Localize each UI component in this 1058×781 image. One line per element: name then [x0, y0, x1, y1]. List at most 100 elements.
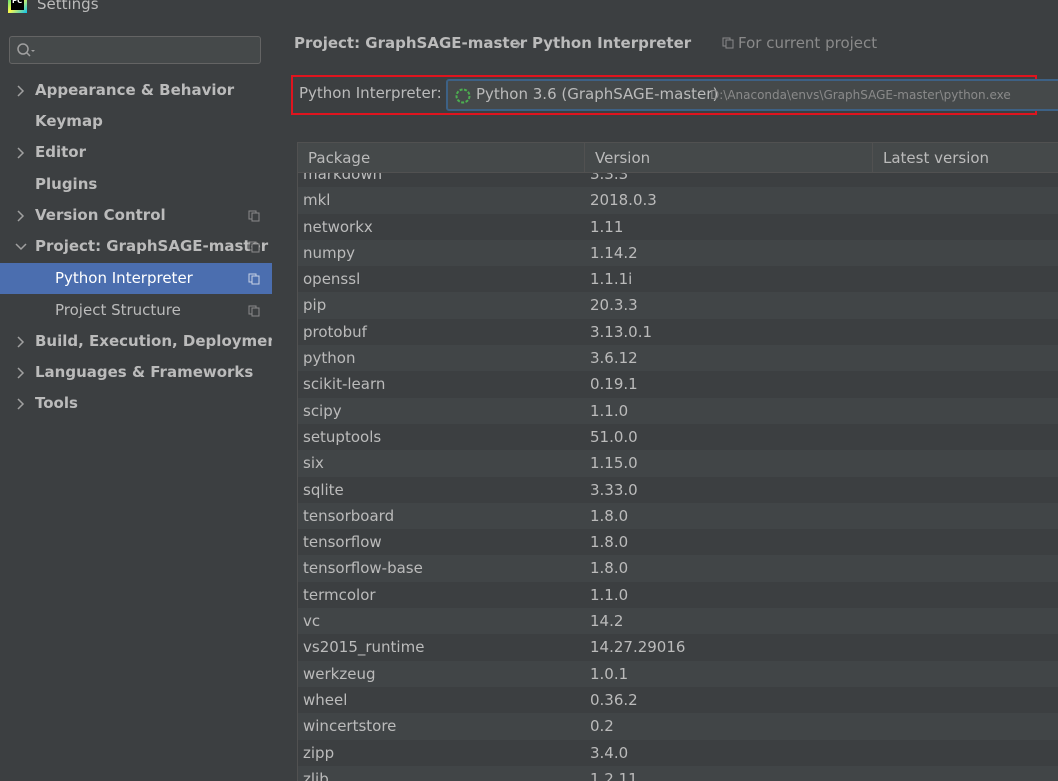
- sidebar-item-label: Project Structure: [55, 301, 181, 319]
- package-name-cell: six: [303, 454, 324, 473]
- sidebar-item-project[interactable]: Project: GraphSAGE-master: [0, 231, 272, 262]
- breadcrumb-project[interactable]: Project: GraphSAGE-master: [294, 34, 527, 52]
- chevron-right-icon: [515, 39, 521, 49]
- pycharm-logo-icon: PC: [8, 0, 27, 13]
- sidebar-item-python-interpreter[interactable]: Python Interpreter: [0, 263, 272, 294]
- table-row[interactable]: vs2015_runtime 14.27.29016: [298, 634, 1058, 660]
- sidebar-item-plugins[interactable]: Plugins: [0, 169, 272, 200]
- settings-content: Project: GraphSAGE-master Python Interpr…: [272, 14, 1058, 781]
- table-row[interactable]: wincertstore 0.2: [298, 713, 1058, 740]
- version-cell: 3.4.0: [590, 743, 629, 762]
- table-row[interactable]: tensorflow 1.8.0: [298, 529, 1058, 555]
- sidebar-item-appearance-behavior[interactable]: Appearance & Behavior: [0, 75, 272, 106]
- sidebar-item-version-control[interactable]: Version Control: [0, 200, 272, 231]
- sidebar-item-label: Languages & Frameworks: [35, 363, 254, 381]
- sidebar-item-languages-frameworks[interactable]: Languages & Frameworks: [0, 357, 272, 388]
- table-row[interactable]: protobuf 3.13.0.1: [298, 319, 1058, 345]
- table-row[interactable]: scipy 1.1.0: [298, 397, 1058, 424]
- package-name-cell: zipp: [303, 743, 335, 762]
- package-name-cell: setuptools: [303, 427, 382, 446]
- version-cell: 1.14.2: [590, 243, 638, 262]
- version-cell: 1.1.1i: [590, 270, 633, 289]
- table-row[interactable]: python 3.6.12: [298, 345, 1058, 372]
- version-cell: 14.2: [590, 612, 624, 631]
- version-cell: 1.11: [590, 217, 624, 236]
- package-name-cell: vc: [303, 612, 321, 631]
- loading-spinner-icon: [455, 88, 471, 104]
- chevron-right-icon[interactable]: [14, 335, 28, 349]
- table-row[interactable]: zipp 3.4.0: [298, 740, 1058, 766]
- sidebar-item-editor[interactable]: Editor: [0, 137, 272, 168]
- table-row[interactable]: scikit-learn 0.19.1: [298, 371, 1058, 397]
- version-cell: 1.1.0: [590, 585, 629, 604]
- chevron-down-icon[interactable]: [14, 240, 28, 254]
- chevron-right-icon[interactable]: [14, 84, 28, 98]
- version-cell: 1.8.0: [590, 533, 629, 552]
- package-name-cell: pip: [303, 296, 327, 315]
- version-cell: 1.8.0: [590, 559, 629, 578]
- sidebar-item-label: Tools: [35, 394, 78, 412]
- project-scope-icon: [248, 241, 260, 253]
- column-header-version[interactable]: Version: [585, 143, 873, 172]
- sidebar-item-label: Plugins: [35, 175, 98, 193]
- table-row[interactable]: pip 20.3.3: [298, 292, 1058, 319]
- project-scope-icon: [248, 305, 260, 317]
- chevron-right-icon[interactable]: [14, 146, 28, 160]
- version-cell: 1.8.0: [590, 506, 629, 525]
- table-row[interactable]: setuptools 51.0.0: [298, 424, 1058, 450]
- app-icon-text: PC: [11, 0, 24, 10]
- interpreter-select[interactable]: Python 3.6 (GraphSAGE-master) D:\Anacond…: [446, 79, 1058, 111]
- chevron-right-icon[interactable]: [14, 397, 28, 411]
- table-row[interactable]: markdown 3.3.3: [298, 173, 1058, 187]
- packages-table[interactable]: Package Version Latest version markdown 3…: [297, 142, 1058, 781]
- version-cell: 2018.0.3: [590, 191, 657, 210]
- column-header-package[interactable]: Package: [298, 143, 585, 172]
- settings-window: PC Settings Appearance & Behavior Keymap…: [0, 0, 1058, 781]
- table-row[interactable]: termcolor 1.1.0: [298, 582, 1058, 608]
- table-row[interactable]: tensorflow-base 1.8.0: [298, 555, 1058, 582]
- version-cell: 0.2: [590, 717, 614, 736]
- table-row[interactable]: sqlite 3.33.0: [298, 477, 1058, 503]
- package-name-cell: tensorboard: [303, 506, 395, 525]
- scope-hint: For current project: [722, 34, 877, 52]
- table-row[interactable]: mkl 2018.0.3: [298, 187, 1058, 214]
- chevron-right-icon[interactable]: [14, 209, 28, 223]
- version-cell: 0.19.1: [590, 375, 638, 394]
- package-name-cell: vs2015_runtime: [303, 638, 425, 657]
- sidebar-item-label: Editor: [35, 143, 86, 161]
- table-row[interactable]: tensorboard 1.8.0: [298, 502, 1058, 530]
- version-cell: 3.6.12: [590, 349, 638, 368]
- package-name-cell: scipy: [303, 401, 342, 420]
- package-name-cell: markdown: [303, 173, 383, 183]
- table-row[interactable]: networkx 1.11: [298, 214, 1058, 240]
- table-row[interactable]: openssl 1.1.1i: [298, 266, 1058, 292]
- version-cell: 3.13.0.1: [590, 322, 653, 341]
- version-cell: 14.27.29016: [590, 638, 686, 657]
- interpreter-highlight: Python Interpreter: Python 3.6 (GraphSAG…: [291, 75, 1058, 115]
- project-scope-icon: [722, 37, 734, 49]
- package-name-cell: zlib: [303, 769, 329, 781]
- sidebar-item-tools[interactable]: Tools: [0, 388, 272, 419]
- package-name-cell: tensorflow-base: [303, 559, 423, 578]
- chevron-right-icon[interactable]: [14, 366, 28, 380]
- table-body: markdown 3.3.3 mkl 2018.0.3 networkx 1.11 nump…: [298, 173, 1058, 781]
- table-row[interactable]: werkzeug 1.0.1: [298, 660, 1058, 687]
- search-input[interactable]: [9, 36, 261, 64]
- sidebar-item-build-execution-deployment[interactable]: Build, Execution, Deployment: [0, 326, 285, 357]
- package-name-cell: termcolor: [303, 585, 376, 604]
- title-bar: PC Settings: [0, 0, 1058, 14]
- table-row[interactable]: six 1.15.0: [298, 450, 1058, 477]
- table-row[interactable]: wheel 0.36.2: [298, 687, 1058, 713]
- interpreter-label: Python Interpreter:: [299, 84, 442, 102]
- table-row[interactable]: zlib 1.2.11: [298, 765, 1058, 781]
- table-row[interactable]: numpy 1.14.2: [298, 239, 1058, 267]
- package-name-cell: mkl: [303, 191, 331, 210]
- table-header: Package Version Latest version: [298, 143, 1058, 173]
- project-scope-icon: [248, 273, 260, 285]
- sidebar-item-keymap[interactable]: Keymap: [0, 106, 272, 137]
- column-header-latest-version[interactable]: Latest version: [873, 143, 1058, 172]
- table-row[interactable]: vc 14.2: [298, 608, 1058, 635]
- sidebar-item-project-structure[interactable]: Project Structure: [0, 295, 272, 326]
- package-name-cell: openssl: [303, 270, 361, 289]
- search-icon: [17, 43, 35, 57]
